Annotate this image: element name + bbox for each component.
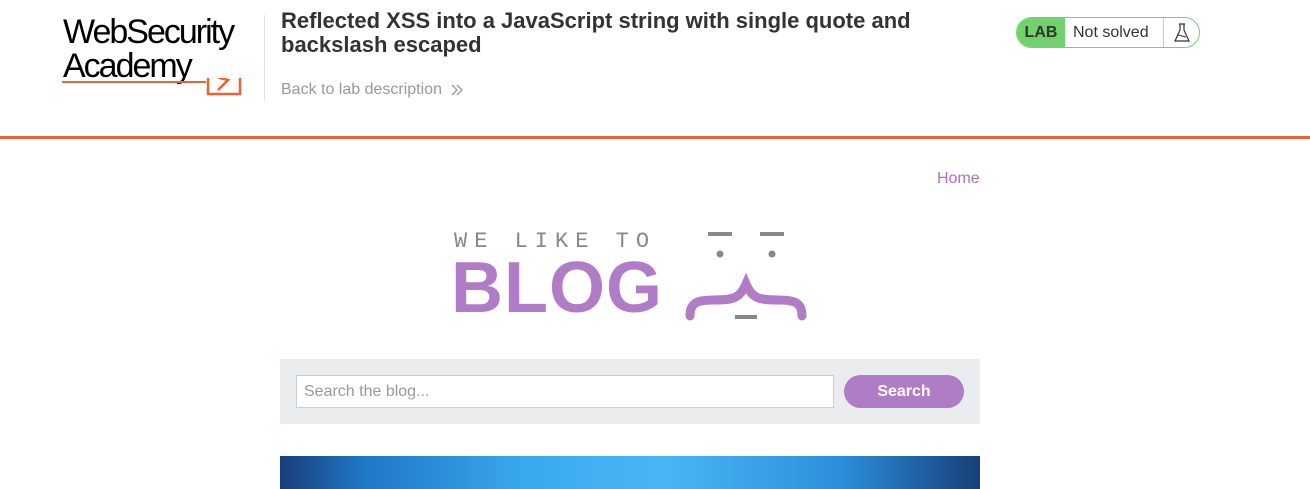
curly-brace-face-icon [685, 232, 807, 321]
blog-title: BLOG [451, 248, 663, 328]
back-to-lab-description-link[interactable]: Back to lab description [281, 81, 464, 99]
back-link-label: Back to lab description [281, 81, 442, 98]
flask-icon [1173, 22, 1190, 42]
search-bar: Search [280, 359, 980, 424]
lab-title: Reflected XSS into a JavaScript string w… [281, 8, 911, 57]
logo-underline-bolt-icon [62, 78, 242, 96]
header-divider [264, 15, 265, 101]
blog-logo: WE LIKE TO BLOG [448, 226, 818, 326]
blog-post-image[interactable] [280, 456, 980, 489]
lab-status-text: Not solved [1073, 23, 1149, 41]
search-input[interactable] [296, 375, 834, 408]
lab-status-widget: LAB Not solved [1016, 17, 1200, 48]
academy-header: WebSecurity Academy Reflected XSS into a… [0, 0, 1310, 139]
web-security-academy-logo[interactable]: WebSecurity Academy [60, 12, 264, 96]
logo-line1: WebSecurity [63, 13, 235, 51]
lab-badge: LAB [1017, 18, 1065, 47]
search-button[interactable]: Search [844, 375, 964, 408]
lab-status-icon-box [1163, 18, 1199, 47]
chevron-double-right-icon [451, 84, 463, 96]
home-link[interactable]: Home [937, 170, 980, 188]
